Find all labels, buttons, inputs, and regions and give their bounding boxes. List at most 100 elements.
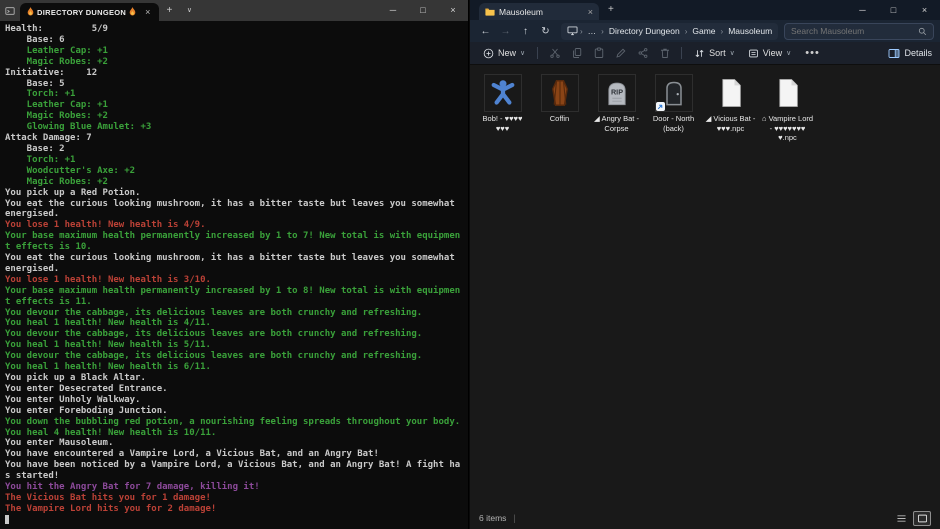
terminal-line: energised.: [5, 264, 468, 275]
paste-icon[interactable]: [589, 44, 608, 63]
terminal-line: You hit the Angry Bat for 7 damage, kill…: [5, 482, 468, 493]
file-item-vampire-lord[interactable]: ⌂ Vampire Lord - ♥♥♥♥♥♥♥ ♥.npc: [759, 71, 816, 146]
explorer-tabbar: Mausoleum × + ─ □ ×: [470, 0, 940, 20]
this-pc-icon[interactable]: [567, 26, 578, 36]
details-button[interactable]: Details: [888, 48, 932, 59]
refresh-icon[interactable]: ↻: [536, 26, 555, 37]
file-item-angry-bat-corpse[interactable]: RIP ◢ Angry Bat - Corpse: [588, 71, 645, 136]
terminal-tab[interactable]: DIRECTORY DUNGEON ×: [20, 3, 159, 21]
person-icon: [484, 74, 522, 112]
terminal-line: Base: 5: [5, 79, 468, 90]
cut-icon[interactable]: [545, 44, 564, 63]
flame-icon: [129, 3, 136, 21]
terminal-line: You devour the cabbage, its delicious le…: [5, 351, 468, 362]
terminal-line: t effects is 11.: [5, 297, 468, 308]
large-icons-view-icon[interactable]: [913, 511, 931, 526]
explorer-tab-close-icon[interactable]: ×: [588, 7, 593, 17]
file-item-vicious-bat[interactable]: ◢ Vicious Bat - ♥♥♥.npc: [702, 71, 759, 136]
terminal-cursor-line: [5, 515, 468, 526]
document-icon: [712, 74, 750, 112]
share-icon[interactable]: [633, 44, 652, 63]
file-item-bob[interactable]: Bob! - ♥♥♥♥ ♥♥♥: [474, 71, 531, 136]
explorer-window: Mausoleum × + ─ □ × ← → ↑ ↻ › … › Direct…: [470, 0, 940, 529]
up-icon[interactable]: ↑: [516, 26, 535, 37]
terminal-line: The Vicious Bat hits you for 1 damage!: [5, 493, 468, 504]
breadcrumb-overflow[interactable]: …: [585, 26, 600, 36]
folder-icon: [485, 3, 495, 21]
terminal-minimize-button[interactable]: ─: [378, 0, 408, 21]
terminal-line: Magic Robes: +2: [5, 177, 468, 188]
file-label: Bob! - ♥♥♥♥ ♥♥♥: [474, 114, 531, 133]
file-label: Door - North (back): [645, 114, 702, 133]
terminal-tab-title: DIRECTORY DUNGEON: [37, 8, 126, 17]
sort-button-label: Sort: [709, 48, 726, 58]
view-toggle-buttons: [892, 511, 931, 526]
terminal-new-tab-button[interactable]: +: [159, 0, 179, 21]
breadcrumb-item-directory-dungeon[interactable]: Directory Dungeon: [606, 26, 683, 36]
terminal-line: Your base maximum health permanently inc…: [5, 231, 468, 242]
document-icon: [769, 74, 807, 112]
explorer-navbar: ← → ↑ ↻ › … › Directory Dungeon › Game ›…: [470, 20, 940, 42]
door-icon: [655, 74, 693, 112]
svg-text:RIP: RIP: [610, 88, 622, 97]
file-item-door-north-back[interactable]: Door - North (back): [645, 71, 702, 136]
terminal-line: You lose 1 health! New health is 3/10.: [5, 275, 468, 286]
breadcrumb-separator: ›: [579, 27, 584, 36]
explorer-close-button[interactable]: ×: [909, 0, 940, 20]
terminal-line: You devour the cabbage, its delicious le…: [5, 329, 468, 340]
file-grid[interactable]: Bob! - ♥♥♥♥ ♥♥♥ Coffin RIP ◢ Angry Bat -…: [470, 65, 940, 507]
terminal-body[interactable]: Health: 5/9 Base: 6 Leather Cap: +1 Magi…: [0, 21, 468, 526]
terminal-line: You enter Unholy Walkway.: [5, 395, 468, 406]
terminal-line: You down the bubbling red potion, a nour…: [5, 417, 468, 428]
file-item-coffin[interactable]: Coffin: [531, 71, 588, 127]
delete-icon[interactable]: [655, 44, 674, 63]
more-options-icon[interactable]: •••: [799, 47, 826, 59]
terminal-line: Base: 2: [5, 144, 468, 155]
details-view-icon[interactable]: [892, 511, 910, 526]
explorer-new-tab-button[interactable]: +: [608, 0, 614, 20]
terminal-close-button[interactable]: ×: [438, 0, 468, 21]
breadcrumb-item-game[interactable]: Game: [689, 26, 718, 36]
explorer-window-controls: ─ □ ×: [847, 0, 940, 20]
commandbar-divider: [681, 47, 682, 59]
breadcrumb[interactable]: › … › Directory Dungeon › Game › Mausole…: [561, 23, 778, 40]
file-label: ◢ Vicious Bat - ♥♥♥.npc: [702, 114, 759, 133]
terminal-line: You lose 1 health! New health is 4/9.: [5, 220, 468, 231]
terminal-output: Health: 5/9 Base: 6 Leather Cap: +1 Magi…: [5, 24, 468, 515]
terminal-window: DIRECTORY DUNGEON × + ∨ ─ □ × Health: 5/…: [0, 0, 469, 529]
search-box[interactable]: [784, 23, 934, 40]
terminal-line: You enter Desecrated Entrance.: [5, 384, 468, 395]
new-button[interactable]: New ∨: [478, 44, 530, 63]
terminal-maximize-button[interactable]: □: [408, 0, 438, 21]
terminal-line: You enter Foreboding Junction.: [5, 406, 468, 417]
rename-icon[interactable]: [611, 44, 630, 63]
chevron-down-icon: ∨: [730, 49, 735, 57]
terminal-line: Woodcutter's Axe: +2: [5, 166, 468, 177]
copy-icon[interactable]: [567, 44, 586, 63]
status-divider: |: [513, 513, 515, 523]
view-button[interactable]: View ∨: [743, 44, 796, 63]
explorer-tab[interactable]: Mausoleum ×: [479, 3, 599, 20]
forward-icon[interactable]: →: [496, 26, 515, 37]
flame-icon: [27, 3, 34, 21]
tombstone-icon: RIP: [598, 74, 636, 112]
details-button-label: Details: [904, 48, 932, 58]
terminal-line: You heal 4 health! New health is 10/11.: [5, 428, 468, 439]
explorer-minimize-button[interactable]: ─: [847, 0, 878, 20]
terminal-tab-dropdown-chevron-icon[interactable]: ∨: [179, 0, 199, 21]
search-input[interactable]: [791, 26, 914, 36]
new-plus-icon: [483, 48, 494, 59]
terminal-line: You pick up a Red Potion.: [5, 188, 468, 199]
details-pane-icon: [888, 48, 900, 59]
breadcrumb-item-mausoleum[interactable]: Mausoleum: [725, 26, 775, 36]
file-label: Coffin: [531, 114, 588, 124]
terminal-line: s started!: [5, 471, 468, 482]
terminal-tab-close-icon[interactable]: ×: [143, 7, 152, 17]
breadcrumb-separator: ›: [600, 27, 605, 36]
terminal-line: Your base maximum health permanently inc…: [5, 286, 468, 297]
sort-button[interactable]: Sort ∨: [689, 44, 740, 63]
back-icon[interactable]: ←: [476, 26, 495, 37]
new-button-label: New: [498, 48, 516, 58]
explorer-maximize-button[interactable]: □: [878, 0, 909, 20]
breadcrumb-separator: ›: [684, 27, 689, 36]
